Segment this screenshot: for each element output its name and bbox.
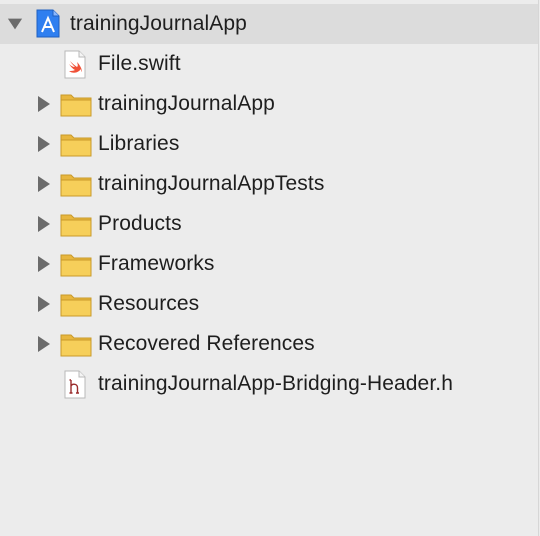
navigator-row-group[interactable]: trainingJournalApp [0,84,538,124]
disclosure-collapsed-icon[interactable] [36,96,52,112]
header-file-icon [62,370,90,399]
navigator-item-label: Recovered References [98,332,315,355]
navigator-item-label: Products [98,212,182,235]
navigator-item-label: trainingJournalApp-Bridging-Header.h [98,372,453,395]
navigator-row-project[interactable]: trainingJournalApp [0,4,538,44]
navigator-row-group[interactable]: Resources [0,284,538,324]
swift-file-icon [62,50,90,79]
navigator-item-label: File.swift [98,52,181,75]
navigator-item-label: Frameworks [98,252,215,275]
navigator-item-label: Libraries [98,132,180,155]
project-navigator: trainingJournalApp File.swift trainingJo… [0,0,539,536]
disclosure-expanded-icon[interactable] [7,16,23,32]
folder-icon [60,171,92,199]
disclosure-collapsed-icon[interactable] [36,136,52,152]
folder-icon [60,251,92,279]
navigator-row-group[interactable]: Libraries [0,124,538,164]
xcode-project-icon [34,9,62,38]
disclosure-collapsed-icon[interactable] [36,336,52,352]
disclosure-collapsed-icon[interactable] [36,256,52,272]
navigator-row-file-swift[interactable]: File.swift [0,44,538,84]
navigator-item-label: trainingJournalAppTests [98,172,325,195]
navigator-row-group[interactable]: Frameworks [0,244,538,284]
navigator-item-label: trainingJournalApp [98,92,275,115]
folder-icon [60,331,92,359]
folder-icon [60,131,92,159]
navigator-row-group[interactable]: trainingJournalAppTests [0,164,538,204]
folder-icon [60,91,92,119]
disclosure-collapsed-icon[interactable] [36,296,52,312]
folder-icon [60,291,92,319]
disclosure-collapsed-icon[interactable] [36,216,52,232]
navigator-row-group[interactable]: Recovered References [0,324,538,364]
folder-icon [60,211,92,239]
disclosure-collapsed-icon[interactable] [36,176,52,192]
project-label: trainingJournalApp [70,12,247,35]
navigator-item-label: Resources [98,292,200,315]
navigator-row-file-header[interactable]: trainingJournalApp-Bridging-Header.h [0,364,538,404]
navigator-row-group[interactable]: Products [0,204,538,244]
